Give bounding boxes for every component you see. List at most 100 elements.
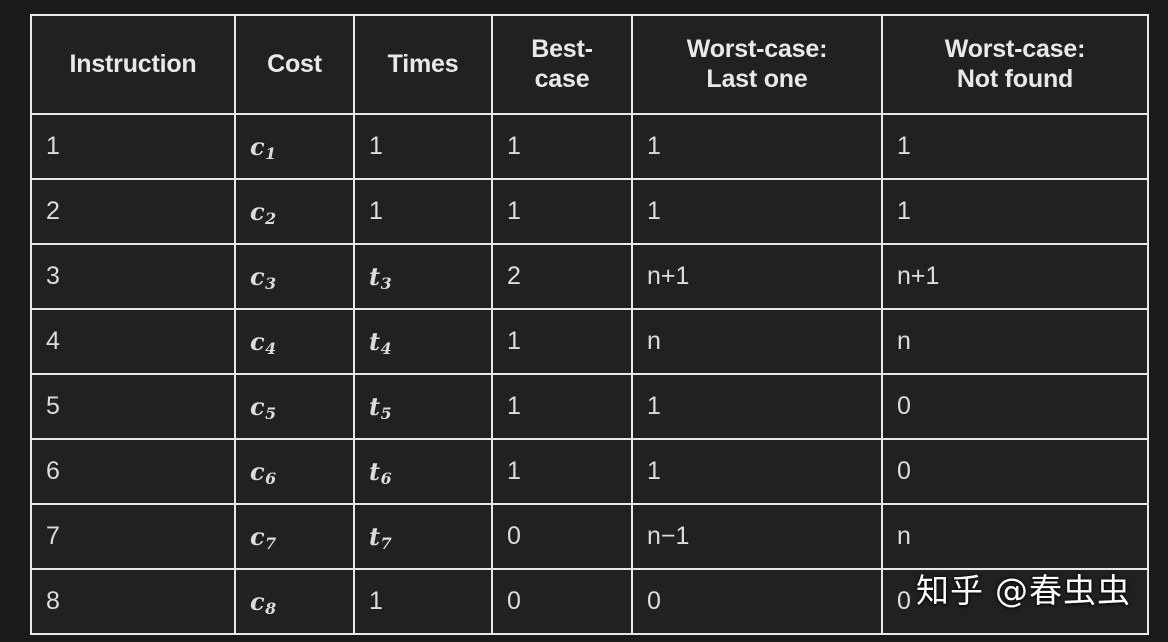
times-value: 1 [369,587,383,615]
column-header-times-label: Times [387,49,459,78]
cost-math-expression: c4 [250,326,277,358]
times-symbol: t [369,521,381,551]
cell-cost: c3 [234,243,355,310]
cell-worst-case-last-one: 1 [631,373,883,440]
best-case-value: 1 [507,327,521,355]
worst-case-last-one-value: 1 [647,132,661,160]
times-value: 1 [369,132,383,160]
cell-cost: c2 [234,178,355,245]
cell-worst-case-not-found: n [881,503,1149,570]
cell-worst-case-not-found: n [881,308,1149,375]
worst-case-last-one-value: n [647,327,661,355]
instruction-value: 6 [46,457,60,485]
worst-case-last-one-value: 0 [647,587,661,615]
column-header-best-case: Best- case [491,14,633,115]
times-subscript: 4 [380,338,392,358]
column-header-best-case-line1: Best- [531,35,593,63]
times-value: 1 [369,197,383,225]
worst-case-not-found-value: n+1 [897,262,940,290]
cell-best-case: 1 [491,308,633,375]
table-row: 5 c5 t5 1 1 0 [30,373,1149,440]
cost-table-container: Instruction Cost Times Best- case Worst-… [30,14,1149,635]
instruction-value: 5 [46,392,60,420]
cost-subscript: 3 [265,273,277,293]
times-subscript: 7 [380,533,392,553]
column-header-cost-label: Cost [267,49,322,78]
cost-symbol: c [250,261,265,291]
cost-math-expression: c2 [250,197,276,228]
column-header-worst-notfound-line2: Not found [956,64,1074,93]
cell-times: t3 [353,243,493,310]
cell-cost: c6 [234,438,355,505]
worst-case-last-one-value: n+1 [647,262,690,290]
cost-subscript: 5 [265,403,277,423]
cell-instruction: 6 [30,438,236,505]
cell-instruction: 2 [30,178,236,245]
cell-worst-case-last-one: n [631,308,883,375]
cost-math-expression: c8 [250,586,277,618]
times-subscript: 6 [380,468,392,488]
cell-times: 1 [353,113,493,180]
worst-case-last-one-value: 1 [647,392,661,420]
cell-instruction: 8 [30,568,236,635]
times-symbol: t [369,261,381,291]
cell-cost: c8 [234,568,355,635]
times-math-expression: t5 [369,391,392,423]
times-math-expression: t6 [369,456,392,488]
cell-best-case: 0 [491,568,633,635]
cell-instruction: 5 [30,373,236,440]
best-case-value: 0 [507,587,521,615]
cell-cost: c4 [234,308,355,375]
column-header-worst-case-not-found: Worst-case: Not found [881,14,1149,115]
cell-worst-case-last-one: n−1 [631,503,883,570]
cell-worst-case-not-found: 0 [881,438,1149,505]
instruction-value: 8 [46,587,60,615]
instruction-value: 7 [46,522,60,550]
worst-case-last-one-value: 1 [647,457,661,485]
worst-case-last-one-value: 1 [647,197,661,225]
column-header-worst-notfound-line1: Worst-case: [944,35,1086,63]
cell-worst-case-not-found: 1 [881,178,1149,245]
cost-symbol: c [250,586,265,616]
cell-worst-case-last-one: 1 [631,438,883,505]
table-row: 1 c1 1 1 1 1 [30,113,1149,180]
cost-symbol: c [250,326,265,356]
times-subscript: 3 [380,273,392,293]
algorithm-cost-table: Instruction Cost Times Best- case Worst-… [30,14,1149,635]
times-symbol: t [369,456,381,486]
column-header-worst-last-line2: Last one [706,64,808,93]
worst-case-not-found-value: 1 [897,197,911,225]
best-case-value: 1 [507,457,521,485]
times-math-expression: t3 [369,261,392,293]
cell-cost: c7 [234,503,355,570]
column-header-best-case-line2: case [534,64,590,93]
worst-case-not-found-value: 0 [897,587,911,615]
cell-times: t5 [353,373,493,440]
cell-cost: c1 [234,113,355,180]
cost-math-expression: c3 [250,261,277,293]
cost-symbol: c [250,131,265,161]
cost-subscript: 4 [265,338,277,358]
cell-worst-case-not-found: 0 [881,373,1149,440]
column-header-worst-case-last-one: Worst-case: Last one [631,14,883,115]
worst-case-not-found-value: 0 [897,392,911,420]
cell-best-case: 1 [491,113,633,180]
cell-best-case: 1 [491,178,633,245]
cost-symbol: c [250,391,265,421]
cost-subscript: 8 [265,598,277,618]
cell-cost: c5 [234,373,355,440]
times-symbol: t [369,391,381,421]
best-case-value: 1 [507,392,521,420]
cell-best-case: 2 [491,243,633,310]
cost-subscript: 6 [265,468,277,488]
cost-symbol: c [250,521,265,551]
table-row: 2 c2 1 1 1 1 [30,178,1149,245]
cell-instruction: 4 [30,308,236,375]
worst-case-last-one-value: n−1 [647,522,690,550]
table-row: 7 c7 t7 0 n−1 n [30,503,1149,570]
column-header-instruction-label: Instruction [69,49,197,78]
best-case-value: 0 [507,522,521,550]
cell-times: t4 [353,308,493,375]
table-header: Instruction Cost Times Best- case Worst-… [30,14,1149,115]
worst-case-not-found-value: 1 [897,132,911,160]
